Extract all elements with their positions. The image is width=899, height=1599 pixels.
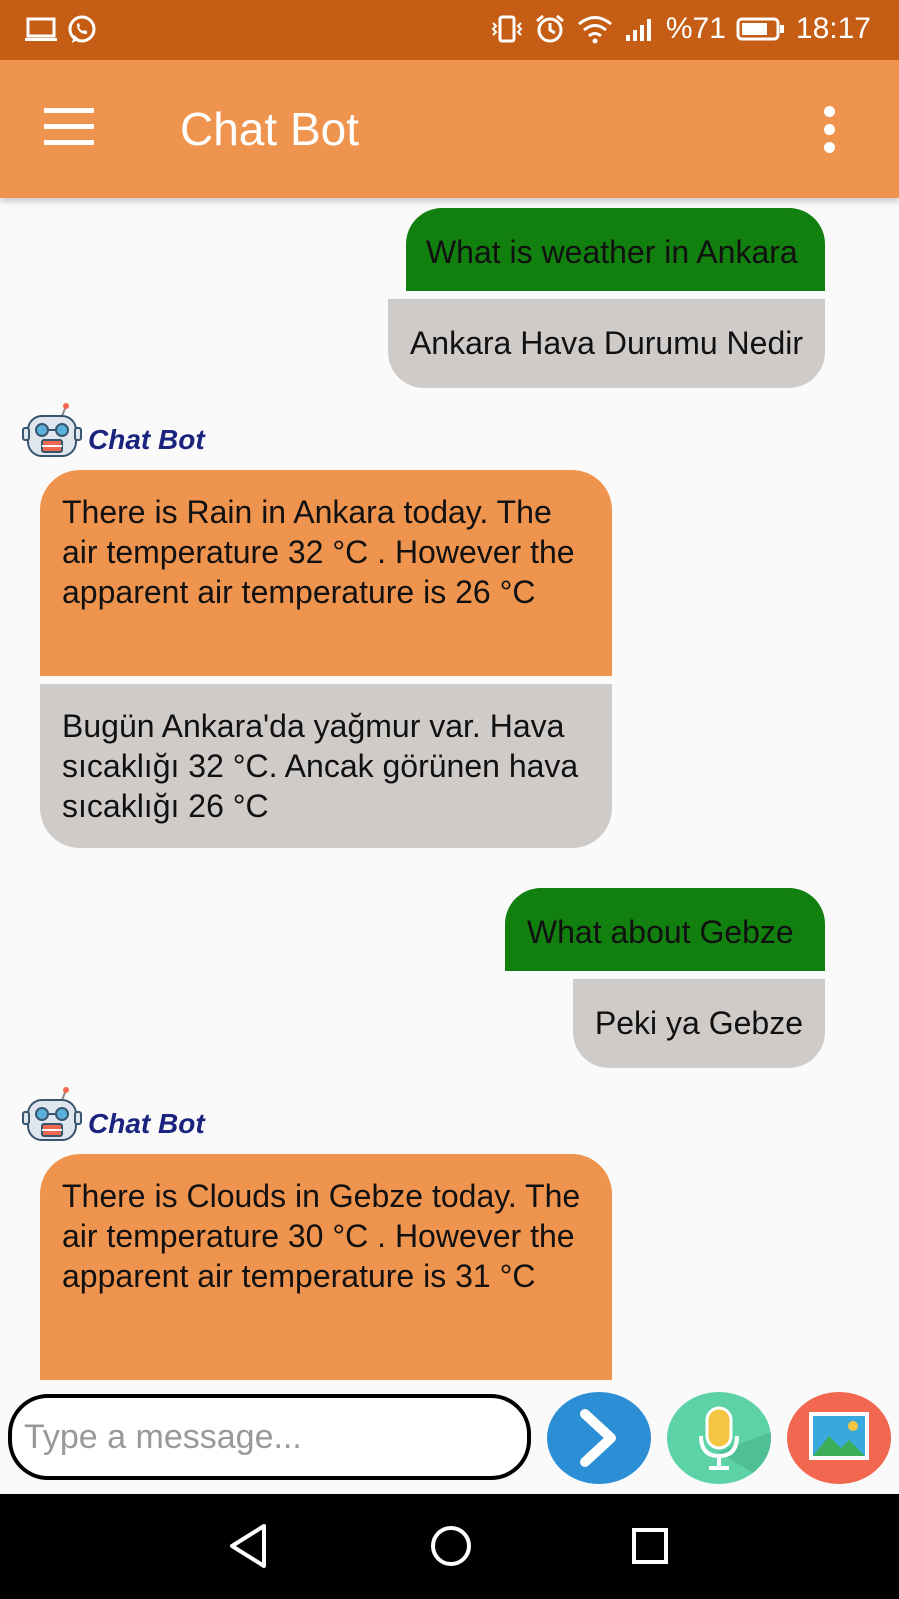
image-button[interactable] — [787, 1392, 891, 1484]
laptop-icon — [25, 17, 57, 41]
recents-icon[interactable] — [628, 1522, 672, 1570]
user-message: What is weather in Ankara Ankara Hava Du… — [387, 208, 825, 388]
status-bar: %71 18:17 — [0, 0, 899, 60]
mic-icon — [699, 1406, 771, 1484]
message-input[interactable] — [8, 1394, 531, 1480]
clock: 18:17 — [795, 12, 871, 45]
bot-name: Chat Bot — [88, 424, 205, 455]
bot-message-translation: Bugün Ankara'da yağmur var. Hava sıcaklı… — [40, 684, 612, 848]
signal-icon — [625, 19, 651, 41]
chat-list[interactable]: What is weather in Ankara Ankara Hava Du… — [0, 198, 899, 1380]
home-icon[interactable] — [428, 1522, 474, 1570]
vibrate-icon — [491, 15, 523, 43]
whatsapp-icon — [68, 15, 96, 43]
alarm-icon — [535, 14, 564, 43]
wifi-icon — [577, 16, 612, 44]
user-message-translation: Ankara Hava Durumu Nedir — [387, 299, 825, 388]
image-icon — [809, 1412, 869, 1460]
send-icon — [580, 1409, 616, 1467]
app-bar: Chat Bot — [0, 60, 899, 198]
menu-icon[interactable] — [44, 108, 94, 148]
user-message-text: What is weather in Ankara — [405, 208, 825, 291]
bot-message: Chat Bot There is Rain in Ankara today. … — [22, 402, 612, 848]
battery-icon — [736, 17, 784, 41]
user-message-text: What about Gebze — [504, 888, 825, 971]
user-message-translation: Peki ya Gebze — [572, 979, 825, 1068]
robot-icon — [22, 403, 82, 457]
back-icon[interactable] — [226, 1522, 270, 1570]
notification-icons — [24, 14, 98, 46]
bot-header: Chat Bot — [22, 1086, 612, 1146]
bot-message-text: There is Rain in Ankara today. The air t… — [40, 470, 612, 676]
app-title: Chat Bot — [180, 103, 359, 155]
more-vert-icon[interactable] — [819, 106, 839, 153]
bot-message: Chat Bot There is Clouds in Gebze today.… — [22, 1086, 612, 1380]
user-message: What about Gebze Peki ya Gebze — [504, 888, 825, 1068]
system-icons: %71 18:17 — [490, 12, 871, 46]
input-bar — [0, 1380, 899, 1494]
bot-name: Chat Bot — [88, 1108, 205, 1139]
navigation-bar — [0, 1494, 899, 1599]
bot-message-text: There is Clouds in Gebze today. The air … — [40, 1154, 612, 1380]
send-button[interactable] — [547, 1392, 651, 1484]
mic-button[interactable] — [667, 1392, 771, 1484]
battery-percent: %71 — [665, 12, 726, 45]
bot-header: Chat Bot — [22, 402, 612, 462]
robot-icon — [22, 1087, 82, 1141]
